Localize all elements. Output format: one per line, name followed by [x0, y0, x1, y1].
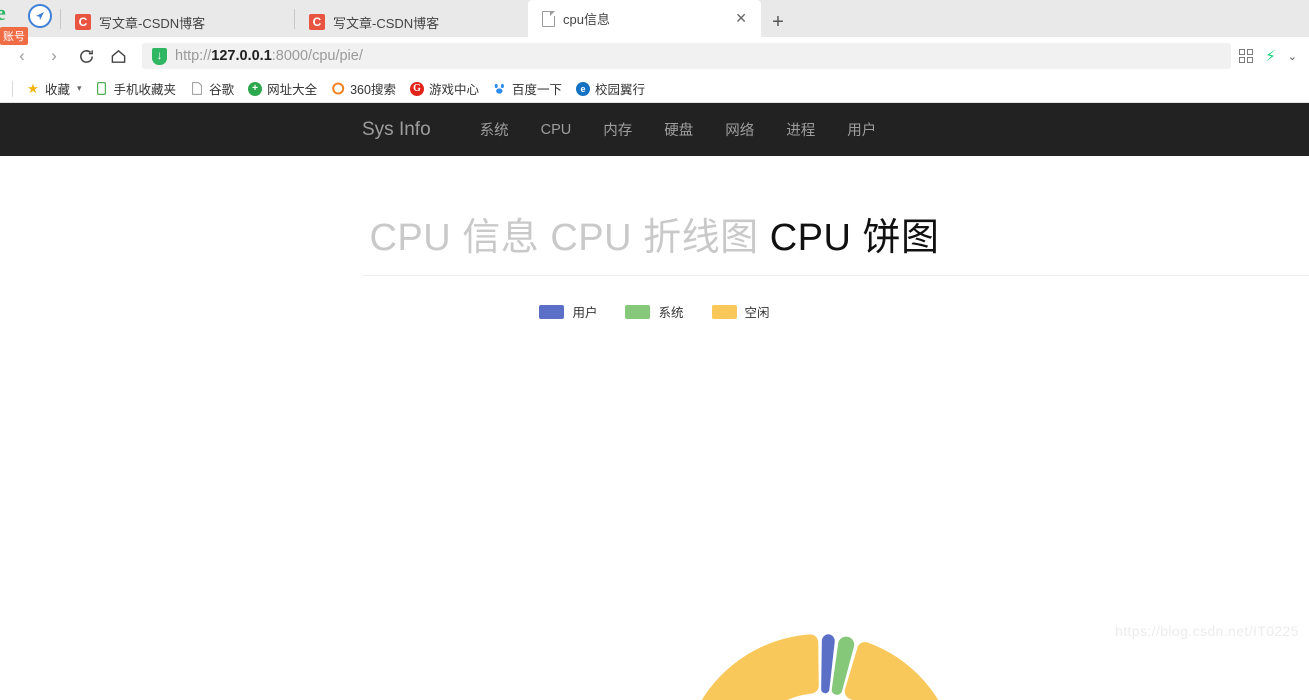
tab-strip: e C 写文章-CSDN博客 C 写文章-CSDN博客 cpu信息 ✕ +: [0, 0, 1309, 37]
bookmark-caret-icon[interactable]: ▾: [77, 83, 88, 94]
bookmark-xiaoyuan[interactable]: e 校园翼行: [569, 76, 652, 101]
tab-3-title: cpu信息: [563, 12, 610, 27]
bookmark-divider: [12, 80, 13, 97]
site-brand[interactable]: Sys Info: [362, 119, 446, 141]
lightning-bolt-icon[interactable]: ⚡: [1265, 47, 1276, 65]
watermark: https://blog.csdn.net/IT0225: [1115, 623, 1299, 639]
bookmark-360[interactable]: 360搜索: [324, 76, 403, 101]
forward-button[interactable]: ›: [40, 42, 68, 70]
bookmark-label: 百度一下: [511, 83, 562, 97]
new-tab-button[interactable]: +: [761, 7, 795, 37]
url-text: http://127.0.0.1:8000/cpu/pie/: [175, 48, 363, 64]
page-title: CPU 信息 CPU 折线图 CPU 饼图: [0, 156, 1309, 275]
account-badge[interactable]: 账号: [0, 27, 28, 45]
browser-window: e C 写文章-CSDN博客 C 写文章-CSDN博客 cpu信息 ✕ + 账号…: [0, 0, 1309, 700]
title-link-cpu-pie[interactable]: CPU 饼图: [770, 217, 940, 259]
legend-item-user[interactable]: 用户: [539, 302, 597, 321]
tab-3-active[interactable]: cpu信息 ✕: [528, 0, 761, 37]
back-button[interactable]: ‹: [8, 42, 36, 70]
star-icon: ★: [27, 80, 39, 96]
legend-label-idle: 空闲: [744, 306, 770, 320]
sitenav-item-process[interactable]: 进程: [770, 119, 831, 140]
legend-swatch-idle: [711, 304, 737, 319]
url-prefix: http://: [175, 48, 212, 64]
csdn-c-icon: C: [309, 14, 325, 30]
chart-legend: 用户 系统 空闲: [0, 276, 1309, 321]
toolbar-right-icons: ⚡ ⌄: [1239, 47, 1301, 65]
tab-2[interactable]: C 写文章-CSDN博客: [295, 7, 528, 37]
home-button[interactable]: [104, 42, 132, 70]
legend-label-system: 系统: [658, 306, 684, 320]
bookmark-wangzhi[interactable]: + 网址大全: [241, 76, 324, 101]
chevron-down-icon[interactable]: ⌄: [1288, 50, 1297, 63]
bookmark-game[interactable]: G 游戏中心: [403, 76, 486, 101]
title-link-cpu-line[interactable]: CPU 折线图: [550, 217, 758, 259]
telecom-icon: e: [575, 81, 590, 96]
bookmark-label: 手机收藏夹: [113, 83, 177, 97]
bookmark-label: 谷歌: [209, 83, 235, 97]
document-icon: [542, 10, 555, 27]
bookmark-shoucang[interactable]: ★ 收藏: [19, 76, 77, 101]
bookmark-label: 游戏中心: [428, 83, 479, 97]
bookmarks-bar: ★ 收藏 ▾ 手机收藏夹 谷歌 + 网址大全 360搜索 G 游戏中心 百度一下…: [0, 75, 1309, 103]
tab-close-icon[interactable]: ✕: [727, 10, 747, 27]
legend-swatch-user: [539, 304, 565, 319]
tab-1-title: 写文章-CSDN博客: [99, 15, 206, 31]
bookmark-baidu[interactable]: 百度一下: [486, 76, 569, 101]
bookmark-google[interactable]: 谷歌: [183, 76, 241, 101]
reload-button[interactable]: [72, 42, 100, 70]
browser-logo-icon: e: [0, 0, 6, 25]
sitenav-item-system[interactable]: 系统: [464, 119, 525, 140]
sitenav-item-cpu[interactable]: CPU: [525, 122, 588, 138]
address-bar[interactable]: http://127.0.0.1:8000/cpu/pie/: [142, 43, 1232, 69]
legend-label-user: 用户: [572, 306, 598, 320]
legend-item-idle[interactable]: 空闲: [711, 302, 770, 321]
tab-2-title: 写文章-CSDN博客: [333, 15, 440, 31]
sitenav-item-user[interactable]: 用户: [831, 119, 892, 140]
legend-item-system[interactable]: 系统: [625, 302, 684, 321]
page-viewport: Sys Info 系统 CPU 内存 硬盘 网络 进程 用户 CPU 信息 CP…: [0, 103, 1309, 700]
shield-download-icon: [152, 47, 167, 65]
donut-svg: [681, 634, 959, 700]
site-navbar: Sys Info 系统 CPU 内存 硬盘 网络 进程 用户: [0, 103, 1309, 156]
donut-slice-空闲[interactable]: [681, 634, 959, 700]
url-host: 127.0.0.1: [211, 48, 272, 64]
sitenav-item-disk[interactable]: 硬盘: [648, 119, 709, 140]
navigator-compass-icon[interactable]: [28, 3, 52, 28]
csdn-c-icon: C: [75, 14, 91, 30]
tab-1[interactable]: C 写文章-CSDN博客: [61, 7, 294, 37]
bookmark-label: 收藏: [45, 83, 71, 97]
paw-icon: [493, 82, 507, 96]
circle-icon: [331, 82, 345, 96]
url-rest: :8000/cpu/pie/: [271, 48, 363, 64]
browser-toolbar: 账号 ‹ › http://127.0.0.1:8000/cpu/pie/ ⚡ …: [0, 27, 1309, 75]
g-circle-icon: G: [409, 81, 424, 96]
bookmark-label: 网址大全: [267, 83, 318, 97]
bookmark-label: 360搜索: [350, 83, 396, 97]
sitenav-item-network[interactable]: 网络: [709, 119, 770, 140]
cpu-usage-donut-chart[interactable]: [681, 634, 959, 700]
bookmark-label: 校园翼行: [594, 83, 645, 97]
document-icon: [190, 82, 204, 96]
title-link-cpu-info[interactable]: CPU 信息: [369, 217, 539, 259]
page-content: CPU 信息 CPU 折线图 CPU 饼图 用户 系统 空闲: [0, 156, 1309, 700]
legend-swatch-system: [625, 304, 651, 319]
phone-icon: [95, 82, 109, 96]
chart-area: 用户 系统 空闲: [0, 276, 1309, 700]
plus-circle-icon: +: [248, 81, 263, 96]
bookmark-phone[interactable]: 手机收藏夹: [88, 76, 184, 101]
qr-code-icon[interactable]: [1239, 49, 1254, 63]
sitenav-item-memory[interactable]: 内存: [587, 119, 648, 140]
